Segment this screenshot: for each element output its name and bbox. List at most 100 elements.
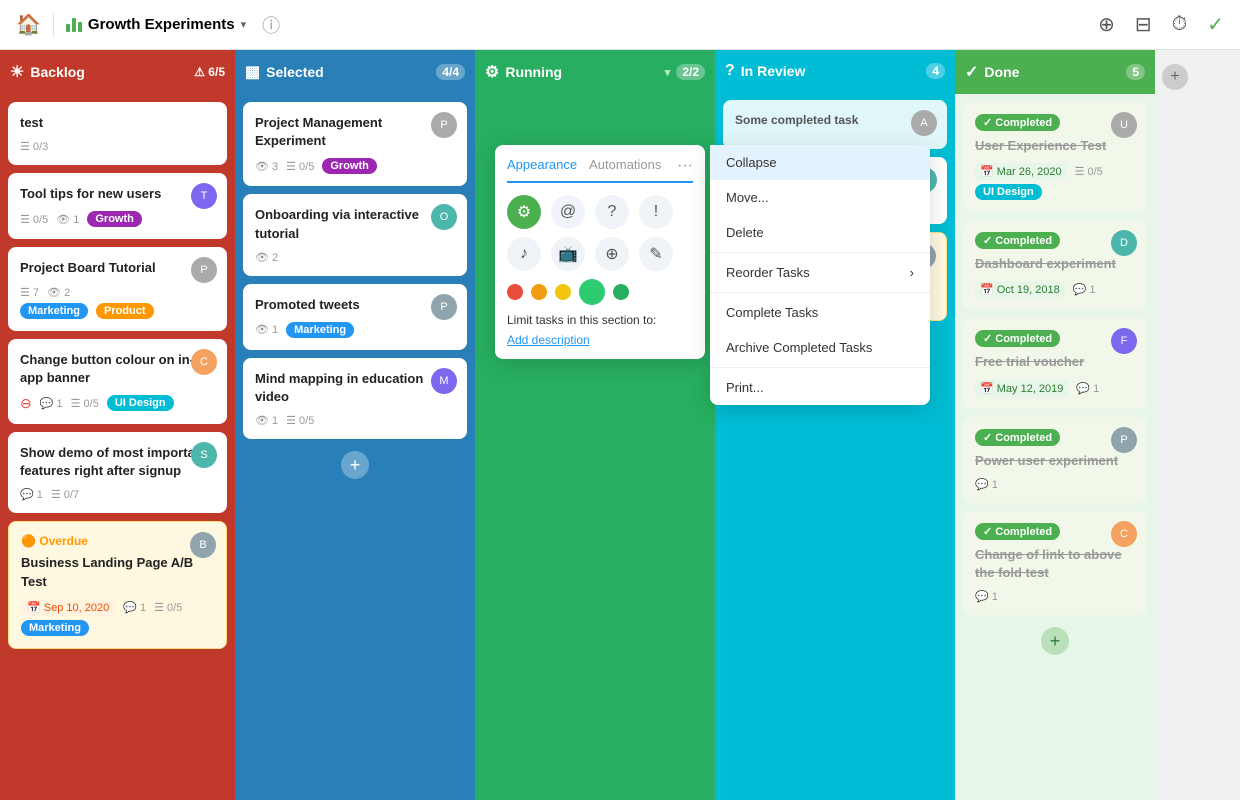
checkmark-icon[interactable]: ✓ <box>1207 12 1224 37</box>
overdue-badge: 🟠 Overdue <box>21 534 214 548</box>
project-title-area[interactable]: Growth Experiments ▾ <box>66 16 246 33</box>
clock-icon[interactable]: ⏱ <box>1172 13 1188 36</box>
menu-move[interactable]: Move... <box>710 180 930 215</box>
tab-automations[interactable]: Automations <box>589 157 661 175</box>
card-dashboard[interactable]: D ✓ Completed Dashboard experiment 📅 Oct… <box>963 220 1147 310</box>
task-icon: 👁 3 <box>255 160 278 173</box>
pen-icon-btn[interactable]: ✎ <box>639 237 673 271</box>
card-meta: ⊖ 💬 1 ☰ 0/5 UI Design <box>20 395 215 412</box>
comment-icon: 👁 1 <box>56 213 79 226</box>
eye-icon: 👁 2 <box>47 286 70 299</box>
tag-uidesign: UI Design <box>107 395 174 411</box>
question-icon-btn[interactable]: ? <box>595 195 629 229</box>
comment-icon: 👁 1 <box>255 323 278 336</box>
comment-icon: 💬 1 <box>1076 382 1099 395</box>
move-label: Move... <box>726 190 769 205</box>
music-icon-btn[interactable]: ♪ <box>507 237 541 271</box>
tag-marketing: Marketing <box>20 303 88 319</box>
selected-title: Selected <box>266 64 430 80</box>
card-mind-mapping[interactable]: M Mind mapping in education video 👁 1 ☰ … <box>243 358 467 439</box>
card-meta: 📅 Oct 19, 2018 💬 1 <box>975 281 1135 298</box>
card-title: Project Board Tutorial <box>20 259 215 277</box>
popup-icons-row1: ⚙ @ ? ! <box>507 195 693 229</box>
popup-color-row <box>507 279 693 305</box>
board-wrapper: ☀ Backlog ⚠ 6/5 test ☰ 0/3 T Tool tips f… <box>0 50 1240 800</box>
date-badge: 📅 Mar 26, 2020 <box>975 163 1067 180</box>
collapse-label: Collapse <box>726 155 777 170</box>
plus-circle-icon-btn[interactable]: ⊕ <box>595 237 629 271</box>
card-ir1[interactable]: A Some completed task <box>723 100 947 149</box>
comment-icon: 💬 1 <box>1073 283 1096 296</box>
comment-icon: 💬 1 <box>123 601 146 614</box>
add-card-button[interactable]: + <box>341 451 369 479</box>
card-business-landing[interactable]: B 🟠 Overdue Business Landing Page A/B Te… <box>8 521 227 648</box>
more-icon[interactable]: ··· <box>677 157 693 175</box>
at-icon-btn[interactable]: @ <box>551 195 585 229</box>
card-meta: 👁 1 ☰ 0/5 <box>255 414 455 427</box>
card-promoted-tweets[interactable]: P Promoted tweets 👁 1 Marketing <box>243 284 467 350</box>
card-link-change[interactable]: C ✓ Completed Change of link to above th… <box>963 511 1147 615</box>
menu-divider2 <box>710 292 930 293</box>
card-tooltips[interactable]: T Tool tips for new users ☰ 0/5 👁 1 Grow… <box>8 173 227 239</box>
tag-marketing: Marketing <box>286 322 354 338</box>
popup-icons-row2: ♪ 📺 ⊕ ✎ <box>507 237 693 271</box>
tag-marketing: Marketing <box>21 620 89 636</box>
complete-tasks-label: Complete Tasks <box>726 305 818 320</box>
tag-product: Product <box>96 303 154 319</box>
avatar: U <box>1111 112 1137 138</box>
avatar: M <box>431 368 457 394</box>
color-green-active[interactable] <box>579 279 605 305</box>
reorder-label: Reorder Tasks <box>726 265 810 280</box>
card-tags: Marketing <box>21 620 214 636</box>
tv-icon-btn[interactable]: 📺 <box>551 237 585 271</box>
card-show-demo[interactable]: S Show demo of most important features r… <box>8 432 227 513</box>
card-power-user[interactable]: P ✓ Completed Power user experiment 💬 1 <box>963 417 1147 503</box>
selected-cards: P Project Management Experiment 👁 3 ☰ 0/… <box>235 94 475 800</box>
card-title: Show demo of most important features rig… <box>20 444 215 480</box>
topnav-right: ⊕ ⊟ ⏱ ✓ <box>1098 12 1224 37</box>
menu-archive[interactable]: Archive Completed Tasks <box>710 330 930 365</box>
color-darkgreen[interactable] <box>613 284 629 300</box>
card-tags: UI Design <box>975 184 1135 200</box>
menu-reorder[interactable]: Reorder Tasks › <box>710 255 930 290</box>
avatar: F <box>1111 328 1137 354</box>
subtask-icon: ☰ 0/5 <box>71 397 99 410</box>
card-button-colour[interactable]: C Change button colour on in-app banner … <box>8 339 227 424</box>
col-header-backlog: ☀ Backlog ⚠ 6/5 <box>0 50 235 94</box>
menu-divider3 <box>710 367 930 368</box>
home-icon[interactable]: 🏠 <box>16 12 41 37</box>
card-title: Change of link to above the fold test <box>975 546 1135 582</box>
tag-growth: Growth <box>87 211 142 227</box>
color-red[interactable] <box>507 284 523 300</box>
info-icon[interactable]: ⓘ <box>262 12 280 38</box>
add-card-done-button[interactable]: + <box>1041 627 1069 655</box>
card-ux-test[interactable]: U ✓ Completed User Experience Test 📅 Mar… <box>963 102 1147 212</box>
running-chevron[interactable]: ▾ <box>665 66 671 79</box>
card-free-trial[interactable]: F ✓ Completed Free trial voucher 📅 May 1… <box>963 318 1147 408</box>
card-meta: 💬 1 <box>975 478 1135 491</box>
color-orange[interactable] <box>531 284 547 300</box>
exclaim-icon-btn[interactable]: ! <box>639 195 673 229</box>
menu-delete[interactable]: Delete <box>710 215 930 250</box>
filter-icon[interactable]: ⊟ <box>1135 12 1152 37</box>
menu-print[interactable]: Print... <box>710 370 930 405</box>
card-project-mgmt[interactable]: P Project Management Experiment 👁 3 ☰ 0/… <box>243 102 467 186</box>
card-meta: 📅 Mar 26, 2020 ☰ 0/5 <box>975 163 1135 180</box>
delete-label: Delete <box>726 225 764 240</box>
card-onboarding[interactable]: O Onboarding via interactive tutorial 👁 … <box>243 194 467 275</box>
menu-complete-tasks[interactable]: Complete Tasks <box>710 295 930 330</box>
subtask-icon: ☰ 0/5 <box>1075 165 1103 178</box>
card-project-board[interactable]: P Project Board Tutorial ☰ 7 👁 2 Marketi… <box>8 247 227 330</box>
subtask-icon: ☰ 0/5 <box>286 414 314 427</box>
color-yellow[interactable] <box>555 284 571 300</box>
gear-icon-btn[interactable]: ⚙ <box>507 195 541 229</box>
tab-appearance[interactable]: Appearance <box>507 157 577 175</box>
selected-count: 4/4 <box>436 64 465 80</box>
card-test[interactable]: test ☰ 0/3 <box>8 102 227 165</box>
add-column-button[interactable]: + <box>1162 64 1188 90</box>
add-description-link[interactable]: Add description <box>507 333 693 347</box>
menu-collapse[interactable]: Collapse <box>710 145 930 180</box>
card-title: Business Landing Page A/B Test <box>21 554 214 590</box>
add-icon[interactable]: ⊕ <box>1098 12 1115 37</box>
subtask-icon: ☰ 0/7 <box>51 488 79 501</box>
